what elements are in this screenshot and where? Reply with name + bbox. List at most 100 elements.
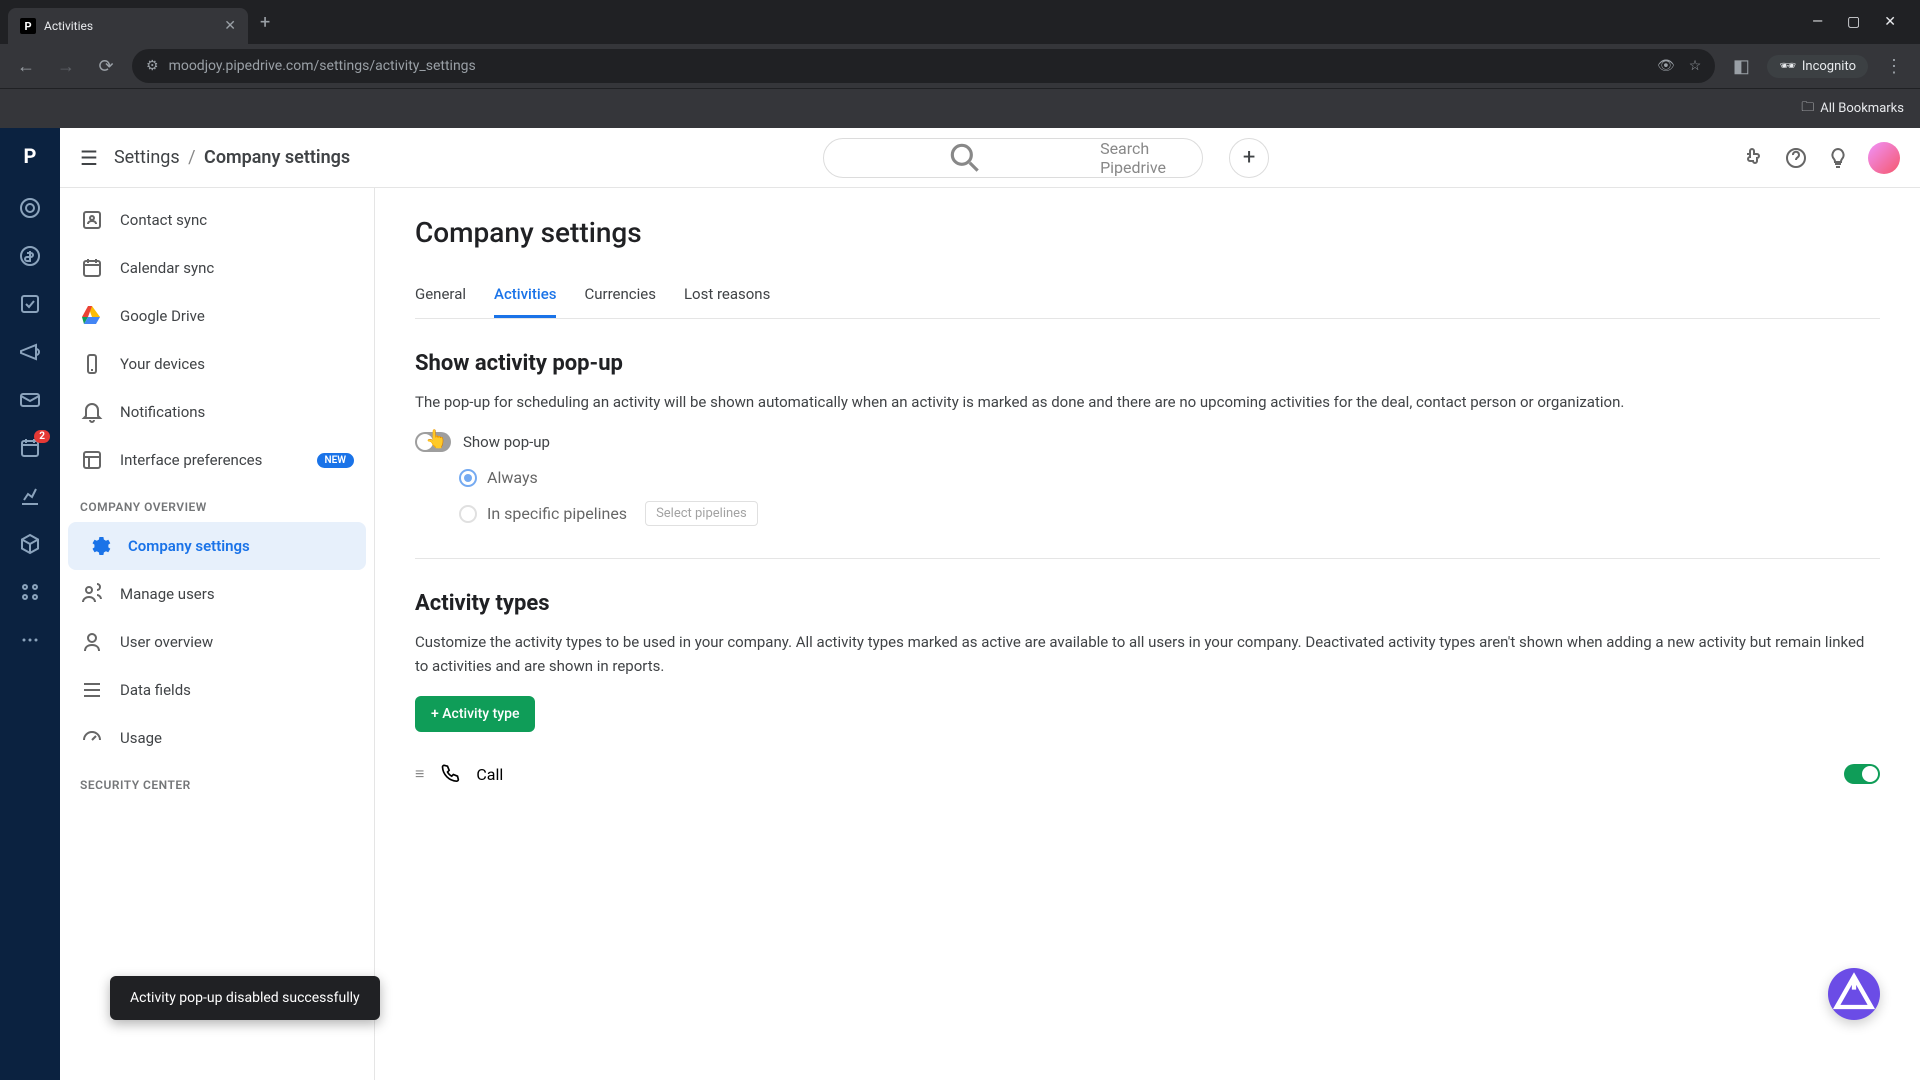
section-title-types: Activity types (415, 591, 1880, 616)
incognito-badge[interactable]: 🕶 Incognito (1767, 55, 1868, 78)
add-button[interactable]: + (1229, 138, 1269, 178)
radio-icon (459, 469, 477, 487)
sidebar-item-manage-users[interactable]: Manage users (60, 570, 374, 618)
sidebar-item-interface-preferences[interactable]: Interface preferences NEW (60, 436, 374, 484)
radio-specific-pipelines[interactable]: In specific pipelines Select pipelines (459, 501, 1880, 526)
reload-button[interactable]: ⟳ (92, 56, 120, 77)
rail-box-icon[interactable] (18, 532, 42, 556)
add-activity-type-button[interactable]: + Activity type (415, 696, 535, 732)
window-controls: — ▢ ✕ (1812, 14, 1912, 30)
browser-chrome: P Activities ✕ + — ▢ ✕ ← → ⟳ ⚙ moodjoy.p… (0, 0, 1920, 128)
page-content: Company settings General Activities Curr… (375, 188, 1920, 1080)
help-icon[interactable] (1784, 146, 1808, 170)
activity-active-toggle[interactable] (1844, 764, 1880, 784)
menu-icon[interactable]: ⋮ (1880, 56, 1908, 77)
select-pipelines-button[interactable]: Select pipelines (645, 501, 758, 526)
bookmark-star-icon[interactable]: ☆ (1689, 58, 1702, 74)
breadcrumb-separator: / (188, 147, 195, 168)
show-popup-toggle[interactable] (415, 432, 451, 452)
tab-bar: P Activities ✕ + — ▢ ✕ (0, 0, 1920, 44)
breadcrumb-root[interactable]: Settings (114, 147, 180, 168)
minimize-button[interactable]: — (1812, 14, 1823, 30)
tab-lost-reasons[interactable]: Lost reasons (684, 273, 770, 318)
device-icon (80, 352, 104, 376)
sidebar-item-label: Data fields (120, 681, 191, 699)
fields-icon (80, 678, 104, 702)
rail-megaphone-icon[interactable] (18, 340, 42, 364)
contact-sync-icon (80, 208, 104, 232)
pipedrive-logo[interactable]: P (14, 140, 46, 172)
sidebar-item-label: Your devices (120, 355, 205, 373)
close-window-button[interactable]: ✕ (1884, 14, 1896, 30)
calendar-icon (80, 256, 104, 280)
activity-type-row: ≡ Call (415, 748, 1880, 800)
all-bookmarks-button[interactable]: 🗀 All Bookmarks (1801, 98, 1904, 120)
search-input[interactable]: Search Pipedrive (823, 138, 1203, 178)
url-text: moodjoy.pipedrive.com/settings/activity_… (169, 58, 476, 74)
radio-icon (459, 505, 477, 523)
new-tab-button[interactable]: + (260, 12, 270, 33)
top-header: ☰ Settings / Company settings Search Pip… (60, 128, 1920, 188)
drag-handle-icon[interactable]: ≡ (415, 764, 424, 784)
address-bar[interactable]: ⚙ moodjoy.pipedrive.com/settings/activit… (132, 49, 1715, 83)
rail-target-icon[interactable] (18, 196, 42, 220)
eye-off-icon[interactable]: 👁 (1657, 58, 1675, 74)
browser-tab[interactable]: P Activities ✕ (8, 8, 248, 44)
toggle-label: Show pop-up (463, 433, 550, 451)
rail-check-icon[interactable] (18, 292, 42, 316)
toggle-row-popup: 👆 Show pop-up (415, 432, 1880, 452)
bookmarks-bar: 🗀 All Bookmarks (0, 88, 1920, 128)
new-badge: NEW (317, 453, 355, 468)
sidepanel-icon[interactable]: ◧ (1727, 56, 1755, 77)
sidebar-item-label: Interface preferences (120, 451, 262, 469)
sidebar-toggle-icon[interactable]: ☰ (80, 146, 98, 170)
phone-icon (440, 762, 460, 786)
sidebar-item-label: Company settings (128, 537, 250, 555)
sidebar-item-label: Google Drive (120, 307, 205, 325)
popup-radio-group: Always In specific pipelines Select pipe… (459, 468, 1880, 526)
toast-notification: Activity pop-up disabled successfully (110, 976, 380, 1020)
sidebar-item-usage[interactable]: Usage (60, 714, 374, 762)
sidebar-item-your-devices[interactable]: Your devices (60, 340, 374, 388)
sidebar-item-label: User overview (120, 633, 213, 651)
rail-calendar-icon[interactable]: 2 (18, 436, 42, 460)
rail-dollar-icon[interactable] (18, 244, 42, 268)
bulb-icon[interactable] (1826, 146, 1850, 170)
forward-button[interactable]: → (52, 56, 80, 77)
settings-sidebar: Contact sync Calendar sync Google Drive … (60, 188, 375, 1080)
help-fab[interactable] (1828, 968, 1880, 1020)
search-placeholder: Search Pipedrive (1100, 139, 1186, 177)
tab-currencies[interactable]: Currencies (584, 273, 656, 318)
rail-mail-icon[interactable] (18, 388, 42, 412)
rail-badge: 2 (34, 430, 50, 443)
sidebar-item-user-overview[interactable]: User overview (60, 618, 374, 666)
layout-icon (80, 448, 104, 472)
sidebar-item-data-fields[interactable]: Data fields (60, 666, 374, 714)
sidebar-item-label: Manage users (120, 585, 215, 603)
site-settings-icon[interactable]: ⚙ (146, 58, 159, 74)
maximize-button[interactable]: ▢ (1847, 14, 1860, 30)
tab-activities[interactable]: Activities (494, 273, 556, 318)
sidebar-item-contact-sync[interactable]: Contact sync (60, 196, 374, 244)
puzzle-icon[interactable] (1742, 146, 1766, 170)
tab-favicon: P (20, 18, 36, 34)
sidebar-item-company-settings[interactable]: Company settings (68, 522, 366, 570)
back-button[interactable]: ← (12, 56, 40, 77)
sidebar-item-notifications[interactable]: Notifications (60, 388, 374, 436)
avatar[interactable] (1868, 142, 1900, 174)
tab-close-icon[interactable]: ✕ (224, 18, 236, 34)
search-icon (840, 139, 1090, 177)
breadcrumb: Settings / Company settings (114, 147, 350, 168)
sidebar-item-label: Contact sync (120, 211, 207, 229)
radio-always[interactable]: Always (459, 468, 1880, 487)
tab-general[interactable]: General (415, 273, 466, 318)
rail-chart-icon[interactable] (18, 484, 42, 508)
activity-type-label: Call (476, 765, 503, 784)
content-row: Contact sync Calendar sync Google Drive … (60, 188, 1920, 1080)
rail-more-icon[interactable] (18, 628, 42, 652)
sidebar-item-google-drive[interactable]: Google Drive (60, 292, 374, 340)
google-drive-icon (80, 304, 104, 328)
section-divider (415, 558, 1880, 559)
rail-apps-icon[interactable] (18, 580, 42, 604)
sidebar-item-calendar-sync[interactable]: Calendar sync (60, 244, 374, 292)
